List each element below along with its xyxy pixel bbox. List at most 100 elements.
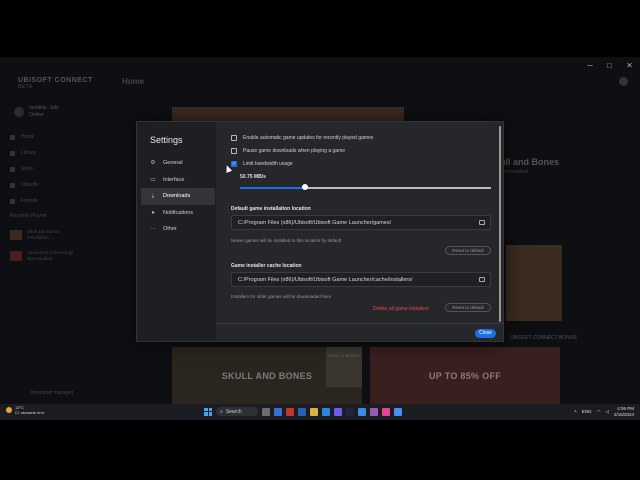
tab-label: Other: [163, 226, 177, 233]
close-window-button[interactable]: ✕: [626, 61, 633, 70]
store-icon: [10, 166, 15, 172]
weather-widget[interactable]: 13°C Cl. showers nrm: [6, 405, 44, 415]
maximize-button[interactable]: □: [607, 61, 612, 70]
settings-footer: Close: [216, 323, 503, 341]
recent-game-text: Assassin's Creed Unity Not Installed: [27, 250, 73, 262]
folder-icon[interactable]: [479, 220, 485, 225]
window-controls: ─ □ ✕: [580, 57, 640, 73]
settings-dialog: Settings ⚙ General ▭ Interface ⤓ Downloads …: [136, 121, 504, 342]
bandwidth-slider[interactable]: [240, 184, 491, 191]
tab-general[interactable]: ⚙ General: [141, 155, 215, 172]
scrollbar[interactable]: [499, 126, 501, 322]
limit-bandwidth-checkbox[interactable]: ✓ Limit bandwidth usage: [231, 161, 293, 167]
task-view-icon[interactable]: [262, 407, 270, 416]
sidebar-item-store[interactable]: Store: [10, 161, 39, 177]
clock-time: 4:06 PM: [617, 406, 634, 411]
steam-icon[interactable]: [346, 407, 354, 416]
pause-downloads-checkbox[interactable]: Pause game downloads when playing a game: [231, 148, 345, 154]
user-info: ravatitle...bits Online: [29, 105, 58, 119]
interface-icon: ▭: [150, 176, 156, 183]
screen: ─ □ ✕ UBISOFT CONNECT BETA Home ravatitl…: [0, 0, 640, 480]
tab-label: Notifications: [163, 209, 193, 216]
checkbox-label: Pause game downloads when playing a game: [243, 148, 346, 154]
auto-updates-checkbox[interactable]: Enable automatic game updates for recent…: [231, 135, 373, 141]
promo-small-tile[interactable]: SKULL & BONES: [326, 347, 362, 387]
weather-icon: [6, 407, 12, 413]
taskbar-search[interactable]: ⌕ Search: [216, 407, 258, 416]
tab-other[interactable]: ··· Other: [141, 221, 215, 238]
avatar[interactable]: [619, 77, 628, 86]
chevron-up-icon[interactable]: ˄: [574, 409, 577, 414]
sidebar-item-label: Library: [21, 150, 37, 156]
user-status: Online: [29, 112, 44, 118]
delete-installers-button[interactable]: Delete all game installers: [373, 306, 429, 312]
start-icon[interactable]: [204, 407, 212, 416]
featured-subtitle: Not Installed: [500, 169, 528, 175]
sidebar: ravatitle...bits Online Home Library Sto…: [0, 97, 100, 397]
tab-label: General: [163, 160, 183, 167]
reset-cache-location-button[interactable]: Reset to default: [445, 303, 491, 312]
bell-icon: ●: [151, 209, 155, 216]
cache-location-label: Game installer cache location: [231, 263, 302, 269]
app-icon[interactable]: [370, 407, 378, 416]
app-icon[interactable]: [358, 407, 366, 416]
recent-label: Recently Played: [10, 213, 47, 219]
user-profile[interactable]: ravatitle...bits Online: [14, 105, 58, 119]
download-manager-link[interactable]: Download manager: [30, 390, 73, 396]
home-icon: [10, 134, 15, 140]
folder-icon[interactable]: [310, 407, 318, 416]
app-icon[interactable]: [322, 407, 330, 416]
sidebar-nav: Home Library Store Ubisoft+ Friends: [10, 129, 39, 209]
cache-location-field[interactable]: C:/Program Files (x86)/Ubisoft/Ubisoft G…: [231, 272, 491, 287]
minimize-button[interactable]: ─: [587, 61, 593, 70]
app-icon[interactable]: [298, 407, 306, 416]
promo-tile-title: UP TO 85% OFF: [428, 371, 502, 381]
install-location-field[interactable]: C:/Program Files (x86)/Ubisoft/Ubisoft G…: [231, 215, 491, 230]
tab-downloads[interactable]: ⤓ Downloads: [141, 188, 215, 205]
more-icon: ···: [150, 226, 156, 233]
checkbox-box: [231, 148, 237, 154]
recent-game-item[interactable]: Skull and Bones Installation ...: [10, 229, 90, 241]
page-title: Home: [122, 77, 145, 86]
close-button[interactable]: Close: [475, 329, 496, 338]
wifi-icon[interactable]: ◠: [597, 409, 601, 415]
sidebar-item-home[interactable]: Home: [10, 129, 39, 145]
taskbar: 13°C Cl. showers nrm ⌕Search ˄ ENG ◠ ◁: [0, 404, 640, 420]
sidebar-item-library[interactable]: Library: [10, 145, 39, 161]
weather-text: 13°C Cl. showers nrm: [15, 405, 44, 415]
recent-game-text: Skull and Bones Installation ...: [27, 229, 60, 241]
app-logo-text: UBISOFT CONNECT: [18, 77, 93, 84]
taskbar-apps: ⌕ Search: [204, 407, 402, 416]
download-icon: ⤓: [151, 192, 155, 199]
weather-desc: Cl. showers nrm: [15, 410, 44, 415]
reset-install-location-button[interactable]: Reset to default: [445, 246, 491, 255]
install-location-label: Default game installation location: [231, 206, 311, 212]
folder-icon[interactable]: [479, 277, 485, 282]
app-icon[interactable]: [286, 407, 294, 416]
featured-card-caption: UBISOFT CONNECT BONUS: [510, 335, 577, 341]
volume-icon[interactable]: ◁: [606, 409, 609, 415]
user-name: ravatitle...bits: [29, 105, 59, 111]
promo-tile[interactable]: UP TO 85% OFF: [370, 347, 560, 404]
recent-game-item[interactable]: Assassin's Creed Unity Not Installed: [10, 250, 90, 262]
tab-label: Downloads: [163, 193, 191, 200]
slider-fill: [240, 187, 306, 189]
tab-notifications[interactable]: ● Notifications: [141, 205, 215, 222]
language-indicator[interactable]: ENG: [582, 409, 592, 414]
app-icon[interactable]: [334, 407, 342, 416]
cache-location-hint: Installers for older games will be downl…: [231, 294, 332, 299]
app-logo-sub: BETA: [18, 84, 33, 90]
game-thumbnail: [10, 230, 22, 240]
featured-card[interactable]: [506, 245, 562, 321]
ubisoft-icon[interactable]: [394, 407, 402, 416]
checkmark-icon: ✓: [231, 161, 237, 167]
settings-title: Settings: [150, 135, 183, 145]
app-icon[interactable]: [274, 407, 282, 416]
tab-interface[interactable]: ▭ Interface: [141, 172, 215, 189]
clock[interactable]: 4:06 PM 2/16/2024: [614, 406, 634, 417]
sidebar-item-ubisoft-plus[interactable]: Ubisoft+: [10, 177, 39, 193]
app-icon[interactable]: [382, 407, 390, 416]
app-logo: UBISOFT CONNECT BETA: [18, 77, 93, 90]
sidebar-item-friends[interactable]: Friends: [10, 193, 39, 209]
slider-handle[interactable]: [302, 184, 309, 190]
